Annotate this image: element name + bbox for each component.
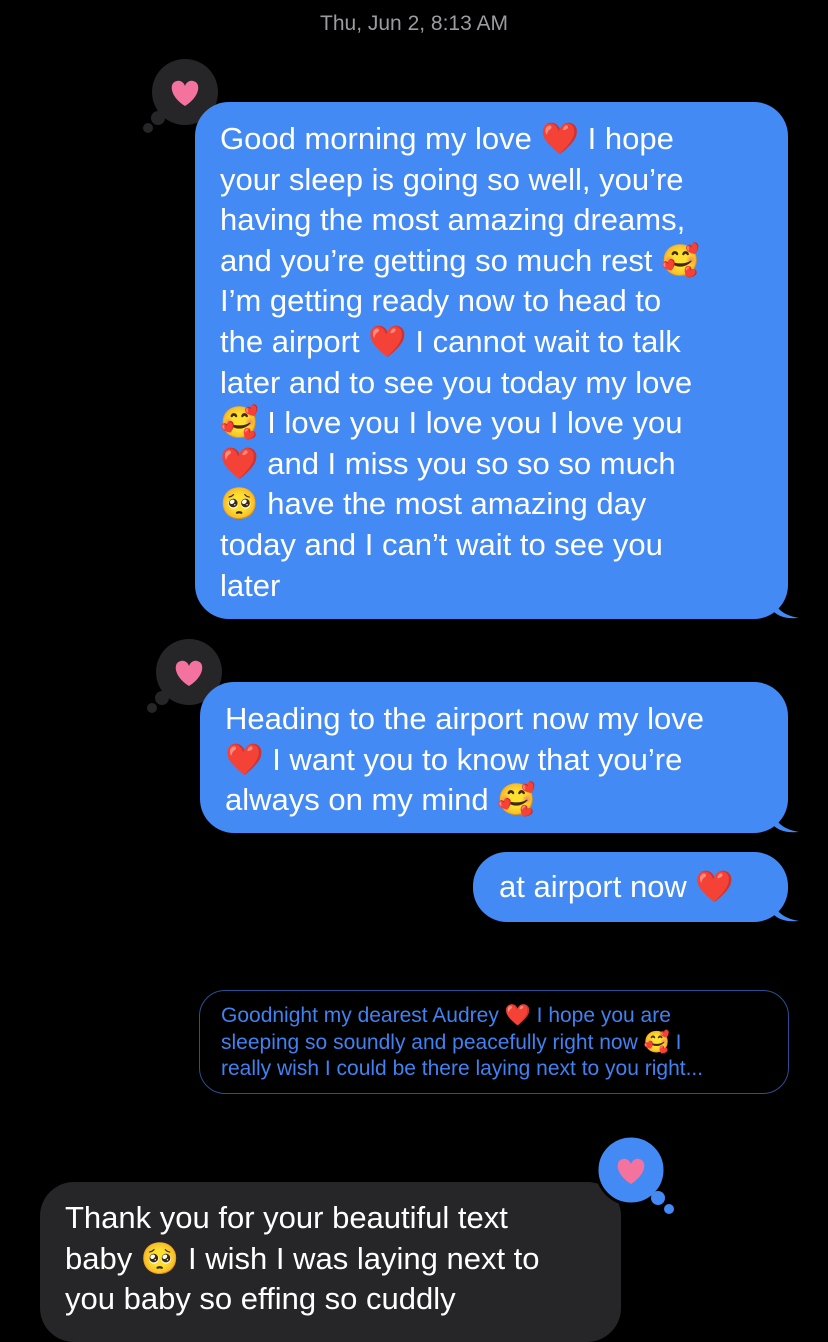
sent-message-bubble[interactable]: Good morning my love ❤️ I hope your slee… xyxy=(195,102,799,619)
received-message-bubble[interactable]: Thank you for your beautiful text baby 🥺… xyxy=(40,1182,621,1342)
tapback-heart-reaction-sent[interactable] xyxy=(594,1134,678,1218)
message-text: Good morning my love ❤️ I hope your slee… xyxy=(220,121,700,603)
bubble-tail xyxy=(773,595,799,619)
bubble-tail xyxy=(773,809,799,833)
message-text: Heading to the airport now my love ❤️ I … xyxy=(225,701,705,818)
sent-message-bubble[interactable]: Heading to the airport now my love ❤️ I … xyxy=(200,682,799,833)
quoted-message-text: Goodnight my dearest Audrey ❤️ I hope yo… xyxy=(221,1004,704,1081)
message-text: at airport now ❤️ xyxy=(499,869,735,904)
reply-quoted-message[interactable]: Goodnight my dearest Audrey ❤️ I hope yo… xyxy=(199,990,789,1094)
message-text: Thank you for your beautiful text baby 🥺… xyxy=(65,1200,540,1317)
bubble-tail xyxy=(773,898,799,922)
message-timestamp: Thu, Jun 2, 8:13 AM xyxy=(320,12,508,35)
sent-message-bubble[interactable]: at airport now ❤️ xyxy=(473,852,799,922)
